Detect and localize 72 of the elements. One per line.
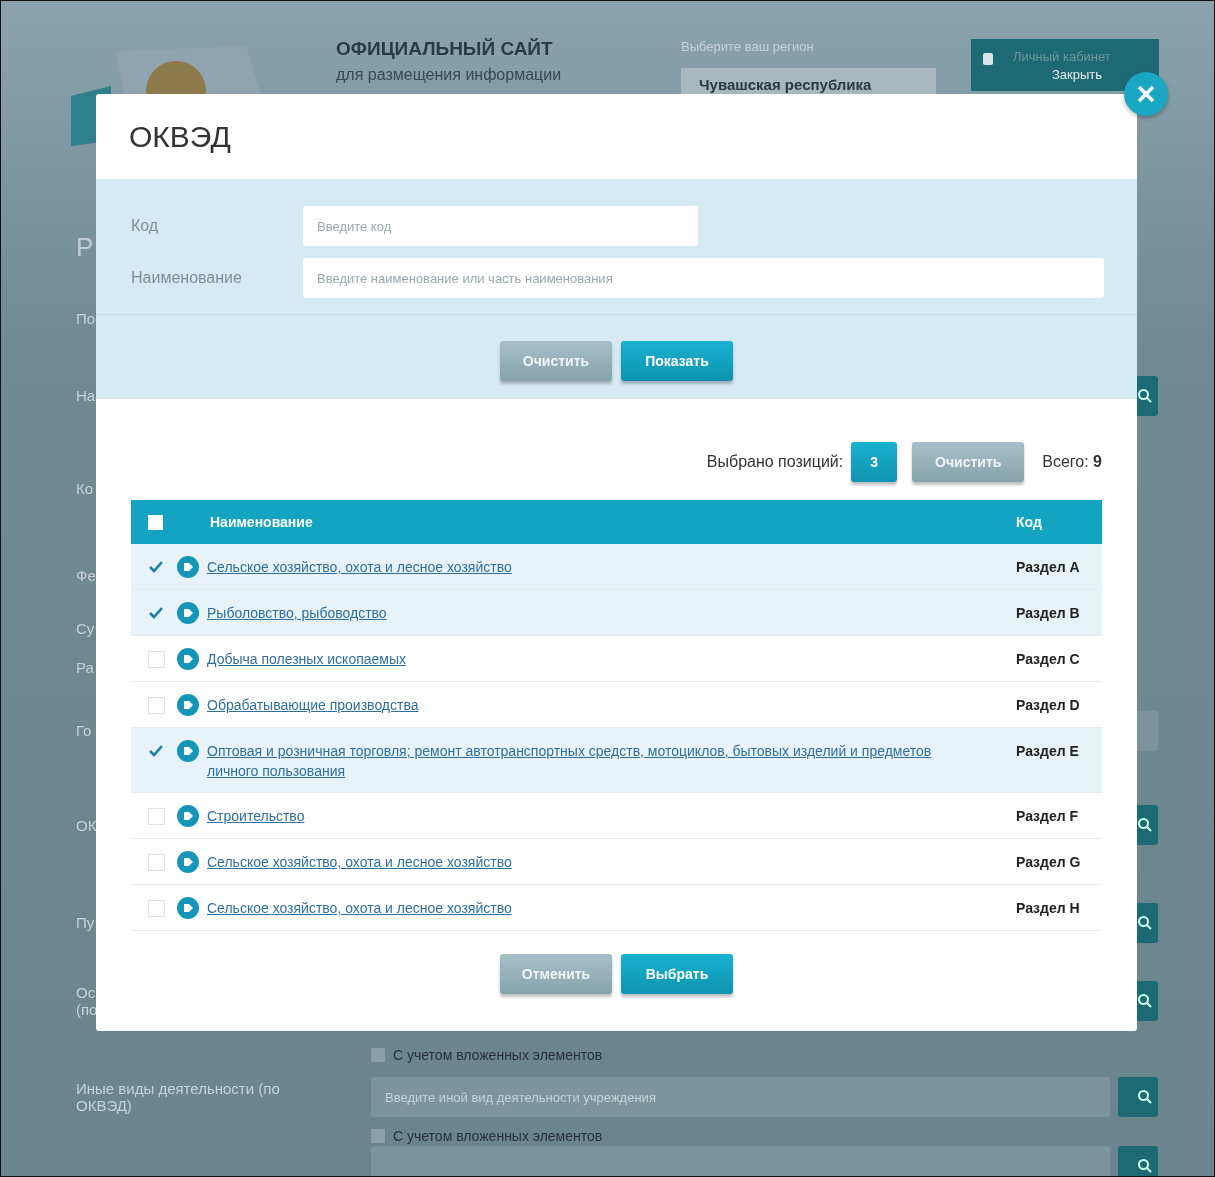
table-cell-text: Раздел G <box>1016 853 1082 872</box>
search-button[interactable] <box>1118 1077 1158 1117</box>
field-label: Наименование <box>130 269 243 287</box>
site-title: ОФИЦИАЛЬНЫЙ САЙТ <box>336 38 554 60</box>
folder-icon[interactable] <box>177 602 199 624</box>
folder-icon[interactable] <box>177 897 199 919</box>
field-label: Су <box>76 620 95 637</box>
input-field[interactable]: Введите наименование или часть наименования <box>303 258 1104 298</box>
field-label: Иные виды деятельности (по ОКВЭД) <box>76 1080 281 1114</box>
field-label: Ко <box>76 479 94 497</box>
field-label: Р <box>76 231 94 263</box>
field-label: Ра <box>76 658 94 676</box>
field-label: ОК <box>76 816 97 834</box>
checkbox-label: С учетом вложенных элементов <box>393 1046 603 1063</box>
item-link[interactable]: Обрабатывающие производства <box>207 695 419 715</box>
field-label: Фе <box>76 566 96 584</box>
folder-icon[interactable] <box>177 805 199 827</box>
table-cell-text: Раздел H <box>1016 899 1081 918</box>
close-icon <box>1136 84 1156 104</box>
checkbox[interactable] <box>371 1047 385 1062</box>
checkbox[interactable] <box>148 744 164 758</box>
item-link[interactable]: Оптовая и розничная торговля; ремонт автотранспортных средств, мотоциклов, бытовых изделий и предметов личного пользования <box>207 741 956 781</box>
folder-icon[interactable] <box>177 851 199 873</box>
field-label: Го <box>76 722 92 739</box>
field-label: Пу <box>76 914 95 931</box>
field-label: По <box>76 310 96 327</box>
dialog-title: ОКВЭД <box>129 119 231 154</box>
search-icon <box>1137 817 1153 833</box>
search-icon <box>1137 914 1153 931</box>
checkbox[interactable] <box>148 514 163 530</box>
table-cell-text: Раздел B <box>1016 604 1081 623</box>
table-cell-text: Раздел F <box>1016 807 1080 826</box>
input-field[interactable]: Введите код <box>303 206 698 246</box>
search-icon <box>1137 993 1153 1009</box>
checkbox-label: С учетом вложенных элементов <box>393 1127 603 1144</box>
field-label: Код <box>130 217 160 235</box>
folder-icon[interactable] <box>177 740 199 762</box>
close-label: Закрыть <box>1052 67 1103 82</box>
total-count: Всего: 9 <box>1042 453 1102 471</box>
item-link[interactable]: Рыболовство, рыбоводство <box>207 603 387 623</box>
lock-icon <box>983 53 993 65</box>
checkbox[interactable] <box>371 1128 385 1143</box>
table-cell-text: Раздел D <box>1016 696 1081 715</box>
item-link[interactable]: Строительство <box>207 806 305 826</box>
button[interactable]: Показать <box>621 341 733 381</box>
checkbox[interactable] <box>148 606 164 620</box>
item-link[interactable]: Сельское хозяйство, охота и лесное хозяйство <box>207 898 512 918</box>
region-label: Выберите ваш регион <box>681 39 815 54</box>
site-subtitle: для размещения информации <box>336 66 563 84</box>
column-header: Код <box>1016 514 1043 530</box>
item-link[interactable]: Добыча полезных ископаемых <box>207 649 406 669</box>
button[interactable]: Выбрать <box>621 954 733 994</box>
input-field[interactable] <box>371 1146 1110 1176</box>
table-cell-text: Раздел A <box>1016 558 1081 577</box>
field-label: Ос <box>76 984 96 1001</box>
search-button[interactable] <box>1118 1146 1158 1176</box>
table-cell-text: Раздел E <box>1016 742 1080 761</box>
count-button[interactable]: 3 <box>851 442 898 482</box>
item-link[interactable]: Сельское хозяйство, охота и лесное хозяйство <box>207 557 512 577</box>
field-label: На <box>76 387 96 404</box>
search-icon <box>1137 1158 1153 1174</box>
item-link[interactable]: Сельское хозяйство, охота и лесное хозяйство <box>207 852 512 872</box>
column-header: Наименование <box>210 514 314 530</box>
search-icon <box>1137 387 1153 404</box>
table-cell-text: Раздел C <box>1016 650 1081 669</box>
selected-label: Выбрано позиций: <box>706 453 844 471</box>
checkbox[interactable] <box>148 560 164 574</box>
folder-icon[interactable] <box>177 648 199 670</box>
field-label: (по <box>76 1001 98 1018</box>
search-icon <box>1137 1089 1153 1105</box>
folder-icon[interactable] <box>177 556 199 578</box>
folder-icon[interactable] <box>177 694 199 716</box>
